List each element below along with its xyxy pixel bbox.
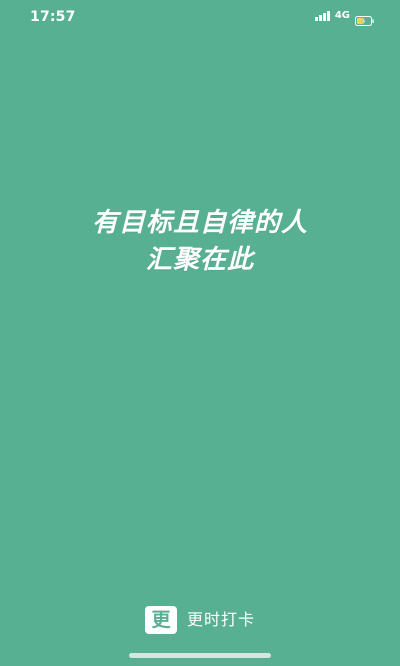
slogan-line-1: 有目标且自律的人: [91, 208, 308, 238]
network-type: 4G: [334, 10, 350, 21]
signal-icon: [315, 11, 330, 21]
status-bar: 17:57 4G: [0, 0, 400, 34]
status-indicators: 4G: [315, 10, 374, 26]
slogan: 有目标且自律的人 汇聚在此: [0, 205, 400, 279]
slogan-line-2: 汇聚在此: [145, 245, 254, 275]
home-indicator[interactable]: [129, 653, 271, 658]
brand: 更 更时打卡: [0, 606, 400, 634]
battery-charging-icon: [355, 11, 374, 26]
app-name: 更时打卡: [186, 610, 255, 629]
status-time: 17:57: [30, 9, 76, 25]
app-logo-icon: 更: [144, 606, 177, 634]
